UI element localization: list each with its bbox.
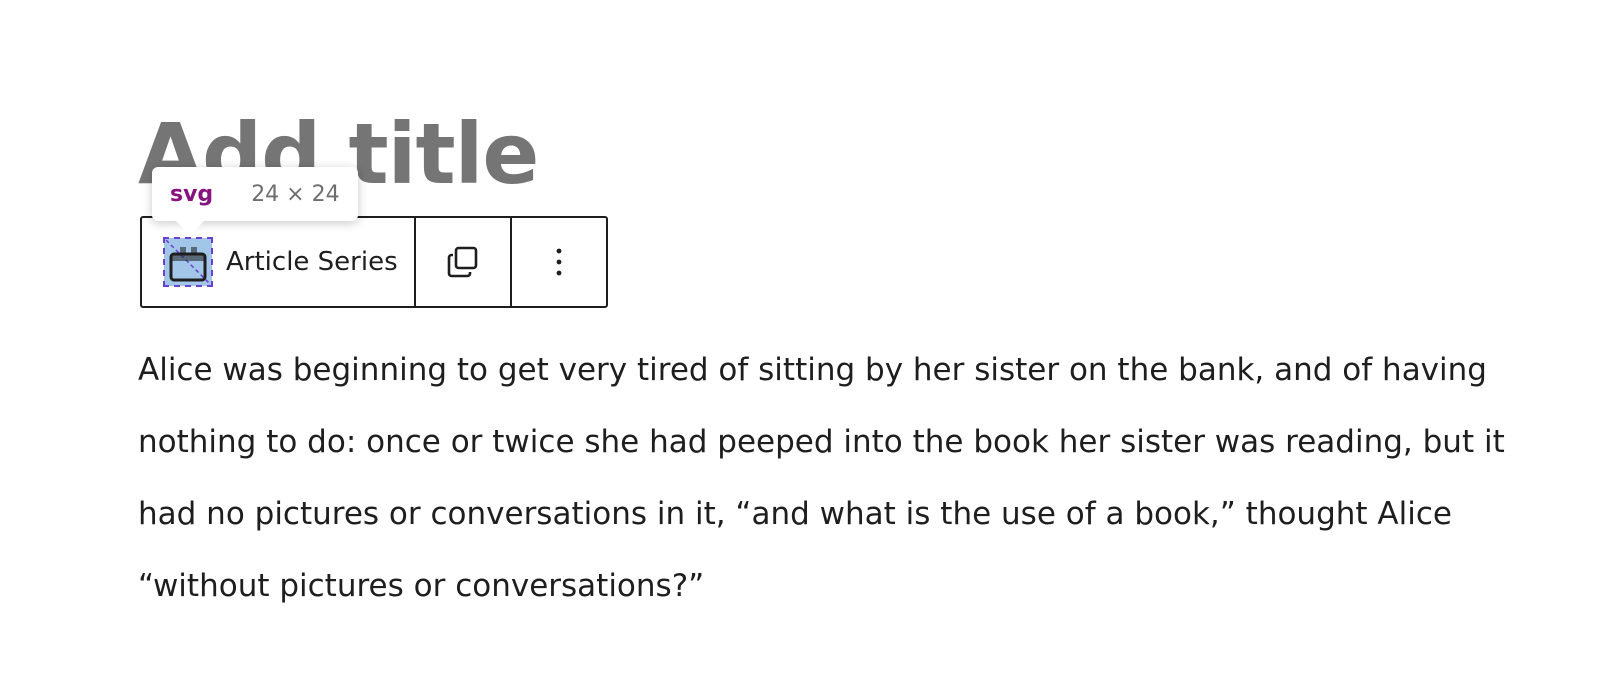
options-button[interactable] — [510, 218, 606, 306]
block-toolbar: Article Series — [140, 216, 608, 308]
calendar-icon — [163, 237, 213, 287]
duplicate-icon — [447, 246, 478, 278]
duplicate-button[interactable] — [414, 218, 510, 306]
inspector-tag: svg — [170, 181, 214, 207]
inspector-size: 24 × 24 — [251, 181, 340, 207]
inspector-tooltip: svg 24 × 24 — [152, 167, 358, 235]
paragraph-block[interactable]: Alice was beginning to get very tired of… — [138, 334, 1528, 622]
more-vertical-icon — [556, 248, 562, 276]
block-name-label: Article Series — [226, 247, 398, 277]
editor-canvas: Add title svg 24 × 24 Article Series Ali… — [0, 0, 1620, 674]
